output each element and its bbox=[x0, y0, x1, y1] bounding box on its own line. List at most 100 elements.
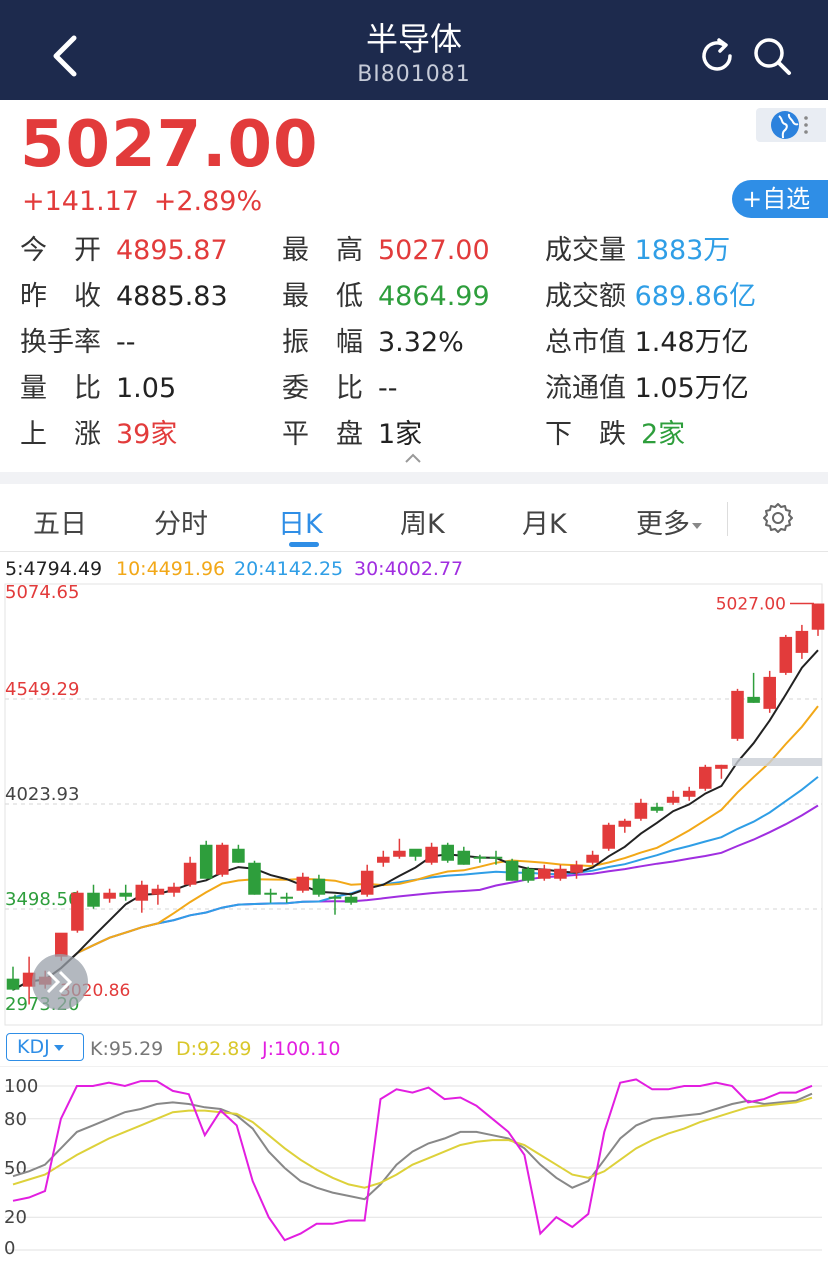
quote-stats: 今 开 4895.87 最 高 5027.00 成交量 1883万 昨 收 4885.… bbox=[20, 232, 820, 462]
candle-body bbox=[232, 848, 245, 863]
candle-body bbox=[731, 690, 744, 739]
kdj-y-label: 100 bbox=[4, 1076, 38, 1097]
candle-body bbox=[87, 892, 100, 907]
tab-five-day[interactable]: 五日 bbox=[33, 502, 87, 541]
candle-body bbox=[71, 892, 84, 931]
candle-body bbox=[6, 978, 20, 990]
candle-body bbox=[296, 876, 310, 891]
candle-body bbox=[328, 896, 342, 899]
kdj-d-value: D:92.89 bbox=[176, 1038, 252, 1060]
top-bar: 半导体 BI801081 bbox=[0, 0, 828, 100]
candle-body bbox=[312, 878, 326, 895]
candle-body bbox=[264, 892, 277, 895]
dropdown-caret-icon bbox=[53, 1044, 64, 1051]
candle-body bbox=[119, 892, 132, 897]
candle-body bbox=[505, 860, 519, 881]
candle-body bbox=[634, 802, 648, 819]
ma10-legend: 10:4491.96 bbox=[116, 558, 226, 580]
candle-body bbox=[538, 868, 551, 879]
settings-gear-icon[interactable] bbox=[762, 502, 794, 534]
scroll-forward-button[interactable] bbox=[32, 954, 88, 1010]
stat-volume-ratio: 量 比 1.05 bbox=[20, 373, 177, 404]
crosshair-band bbox=[732, 758, 822, 766]
y-axis-label: 3498.56 bbox=[5, 889, 79, 910]
tab-weekly-k[interactable]: 周K bbox=[400, 502, 445, 541]
candle-body bbox=[682, 790, 696, 797]
globe-icon bbox=[771, 111, 799, 139]
ma10-line bbox=[12, 705, 819, 991]
market-globe-button[interactable] bbox=[756, 108, 826, 142]
candlestick-chart[interactable]: 5074.654549.294023.933498.562973.205027.… bbox=[0, 582, 828, 1027]
candle-body bbox=[554, 868, 567, 879]
stat-commission-ratio: 委 比 -- bbox=[282, 373, 398, 404]
kdj-indicator-bar: KDJ K:95.29 D:92.89 J:100.10 bbox=[0, 1030, 828, 1064]
candle-body bbox=[779, 636, 793, 673]
kdj-j-value: J:100.10 bbox=[262, 1038, 341, 1060]
ma30-line bbox=[12, 804, 819, 991]
candle-body bbox=[521, 868, 535, 881]
ma20-legend: 20:4142.25 bbox=[234, 558, 344, 580]
kdj-chart: 1008050200 bbox=[0, 1066, 828, 1259]
collapse-chevron-icon[interactable] bbox=[404, 452, 422, 464]
y-axis-label: 4023.93 bbox=[5, 784, 79, 805]
chart-frame bbox=[4, 583, 823, 1026]
stat-high: 最 高 5027.00 bbox=[282, 235, 490, 266]
candle-body bbox=[618, 820, 632, 827]
stat-low: 最 低 4864.99 bbox=[282, 281, 490, 312]
candle-body bbox=[393, 850, 406, 857]
tab-monthly-k[interactable]: 月K bbox=[522, 502, 567, 541]
kdj-y-label: 20 bbox=[4, 1207, 27, 1228]
stat-volume: 成交量 1883万 bbox=[545, 235, 731, 266]
candle-body bbox=[103, 892, 116, 899]
indicator-selector[interactable]: KDJ bbox=[6, 1033, 84, 1061]
more-dots-icon bbox=[804, 116, 808, 134]
candle-body bbox=[216, 844, 229, 875]
candle-body bbox=[489, 856, 503, 859]
candle-body bbox=[602, 824, 615, 849]
candle-body bbox=[715, 764, 728, 769]
candle-body bbox=[409, 848, 422, 857]
ma5-legend: 5:4794.49 bbox=[5, 558, 103, 580]
candle-body bbox=[248, 862, 261, 895]
y-axis-label: 5074.65 bbox=[5, 582, 79, 603]
price-change: +141.17 +2.89% bbox=[22, 186, 262, 217]
candle-body bbox=[360, 870, 374, 895]
candle-body bbox=[425, 846, 438, 863]
kdj-y-label: 80 bbox=[4, 1109, 27, 1130]
stat-turnover: 换手率 -- bbox=[20, 327, 136, 358]
chart-period-tabs: 五日 分时 日K 周K 月K 更多 bbox=[0, 484, 828, 552]
candle-body bbox=[441, 844, 454, 861]
stat-decliners: 下 跌 2家 bbox=[545, 419, 686, 450]
change-percent: +2.89% bbox=[153, 186, 263, 217]
kdj-y-label: 0 bbox=[4, 1238, 15, 1259]
tab-intraday[interactable]: 分时 bbox=[154, 502, 208, 541]
candle-body bbox=[650, 806, 664, 811]
max-price-label: 5027.00 bbox=[716, 595, 786, 615]
section-divider bbox=[0, 472, 828, 484]
tab-daily-k[interactable]: 日K bbox=[278, 502, 323, 541]
stat-prev-close: 昨 收 4885.83 bbox=[20, 281, 228, 312]
dropdown-caret-icon bbox=[692, 522, 702, 529]
kdj-k-line bbox=[12, 1092, 813, 1201]
tab-more[interactable]: 更多 bbox=[636, 502, 702, 541]
stat-open: 今 开 4895.87 bbox=[20, 235, 228, 266]
candle-body bbox=[747, 696, 760, 703]
candle-body bbox=[280, 896, 293, 899]
y-axis-label: 4549.29 bbox=[5, 679, 79, 700]
search-icon[interactable] bbox=[750, 34, 794, 78]
ma5-line bbox=[12, 649, 819, 991]
candle-body bbox=[473, 856, 487, 859]
current-price: 5027.00 bbox=[20, 108, 319, 182]
candle-body bbox=[666, 796, 680, 803]
refresh-icon[interactable] bbox=[697, 36, 737, 76]
candle-body bbox=[167, 886, 181, 893]
stat-float-cap: 流通值 1.05万亿 bbox=[545, 373, 749, 404]
candle-body bbox=[457, 850, 471, 865]
ma30-legend: 30:4002.77 bbox=[354, 558, 464, 580]
ma20-line bbox=[12, 776, 819, 991]
kdj-j-line bbox=[12, 1078, 813, 1242]
tab-divider bbox=[727, 502, 728, 536]
candle-body bbox=[811, 603, 825, 630]
stat-market-cap: 总市值 1.48万亿 bbox=[545, 327, 749, 358]
add-watchlist-button[interactable]: +自选 bbox=[732, 180, 828, 218]
